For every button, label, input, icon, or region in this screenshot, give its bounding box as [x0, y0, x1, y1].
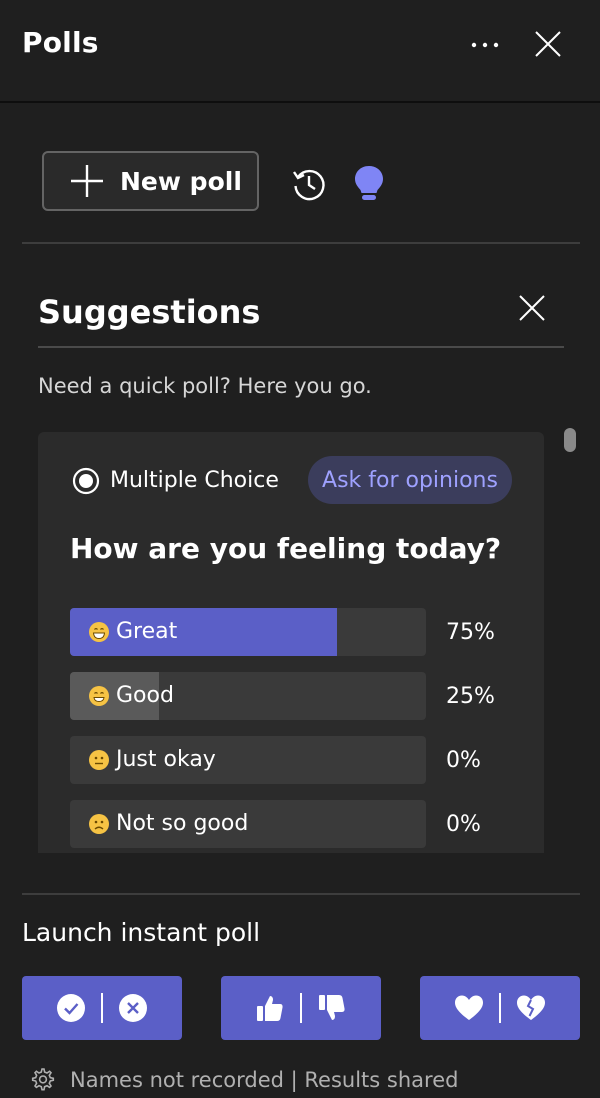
option-label-text: Just okay	[116, 747, 216, 772]
x-circle-icon	[119, 994, 147, 1022]
poll-option-label: Good	[88, 672, 174, 720]
poll-option-percent: 0%	[446, 812, 481, 837]
option-label-text: Not so good	[116, 811, 249, 836]
poll-option-bar: Great	[70, 608, 426, 656]
close-panel-icon[interactable]	[534, 30, 562, 58]
option-label-text: Great	[116, 619, 178, 644]
poll-option-bar: Just okay	[70, 736, 426, 784]
button-separator	[300, 993, 302, 1023]
history-icon[interactable]	[291, 166, 327, 202]
button-separator	[499, 993, 501, 1023]
instant-poll-yes-no-button[interactable]	[22, 976, 182, 1040]
poll-option-label: Great	[88, 608, 177, 656]
poll-settings-footer[interactable]: Names not recorded | Results shared	[28, 1066, 458, 1094]
option-label-text: Good	[116, 683, 174, 708]
footer-text: Names not recorded | Results shared	[70, 1068, 459, 1092]
neutral-face-icon	[89, 750, 109, 770]
slightly-frowning-face-icon	[89, 814, 109, 834]
poll-option-bar: Good	[70, 672, 426, 720]
suggestions-divider	[38, 346, 564, 348]
new-poll-button[interactable]: New poll	[42, 151, 259, 211]
bottom-divider	[22, 893, 580, 895]
header-divider	[0, 101, 600, 103]
poll-option-bar: Not so good	[70, 800, 426, 848]
poll-question: How are you feeling today?	[70, 532, 502, 565]
instant-poll-hearts-button[interactable]	[420, 976, 580, 1040]
plus-icon	[71, 165, 103, 197]
close-suggestions-icon[interactable]	[518, 294, 546, 322]
panel-title: Polls	[22, 26, 99, 59]
heart-icon	[455, 995, 483, 1020]
radio-selected-icon[interactable]	[72, 467, 100, 495]
poll-option-percent: 25%	[446, 684, 495, 709]
check-circle-icon	[57, 994, 85, 1022]
more-options-icon[interactable]	[470, 32, 500, 58]
suggestions-subtitle: Need a quick poll? Here you go.	[38, 374, 372, 398]
thumbs-down-icon	[319, 995, 345, 1020]
scrollbar-thumb[interactable]	[564, 428, 576, 452]
grinning-face-icon	[89, 622, 109, 642]
poll-option-percent: 75%	[446, 620, 495, 645]
lightbulb-icon[interactable]	[352, 164, 386, 202]
smiling-face-icon	[89, 686, 109, 706]
toolbar-divider	[22, 242, 580, 244]
ask-for-opinions-badge[interactable]: Ask for opinions	[308, 456, 512, 504]
poll-option-label: Just okay	[88, 736, 216, 784]
launch-instant-poll-heading: Launch instant poll	[22, 918, 261, 947]
suggestions-title: Suggestions	[38, 293, 261, 331]
button-separator	[101, 993, 103, 1023]
gear-icon[interactable]	[28, 1066, 56, 1094]
broken-heart-icon	[517, 995, 545, 1020]
new-poll-label: New poll	[120, 166, 242, 196]
poll-option-label: Not so good	[88, 800, 248, 848]
thumbs-up-icon	[257, 996, 283, 1021]
poll-option-percent: 0%	[446, 748, 481, 773]
instant-poll-thumbs-button[interactable]	[221, 976, 381, 1040]
poll-type-label: Multiple Choice	[110, 468, 279, 493]
